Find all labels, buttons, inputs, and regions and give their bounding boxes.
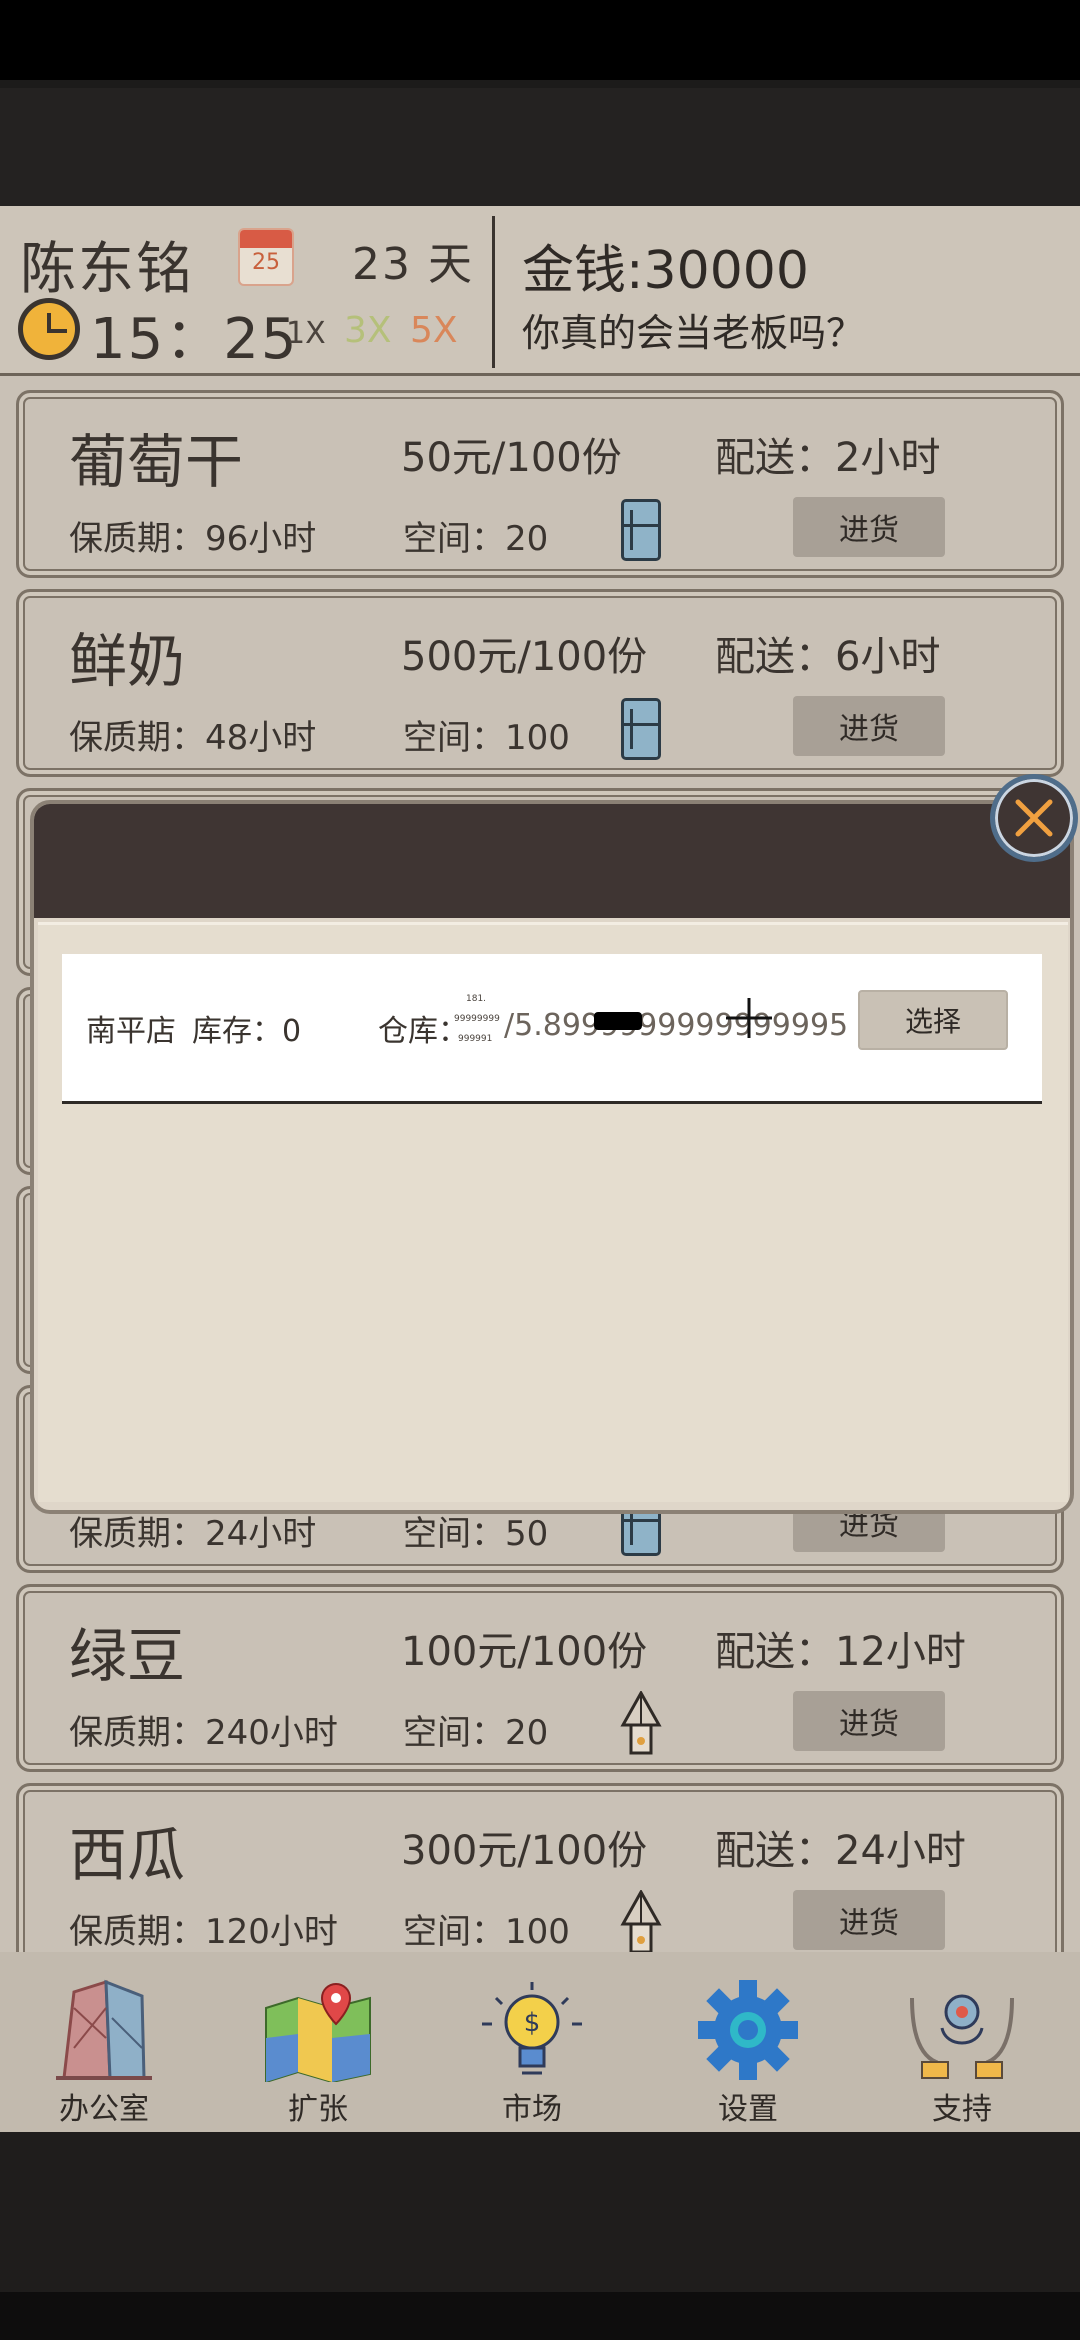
nav-settings[interactable]: 设置 bbox=[678, 1978, 818, 2128]
product-price: 500元/100份 bbox=[401, 634, 648, 680]
product-space: 空间：100 bbox=[403, 718, 570, 758]
speed-3x-button[interactable]: 3X bbox=[344, 310, 392, 351]
product-space: 空间：20 bbox=[403, 519, 549, 559]
dialog-header bbox=[34, 804, 1070, 918]
product-price: 100元/100份 bbox=[401, 1629, 648, 1675]
money-display: 金钱:30000 bbox=[522, 241, 809, 301]
warehouse-capacity: /5.8999999999999995 bbox=[504, 1008, 849, 1043]
buy-button[interactable]: 进货 bbox=[793, 696, 945, 756]
nav-label: 设置 bbox=[718, 2092, 778, 2127]
status-bar bbox=[0, 0, 1080, 80]
product-price: 300元/100份 bbox=[401, 1828, 648, 1874]
warehouse-overflow-text: 99999999 bbox=[454, 1014, 500, 1024]
fridge-icon bbox=[621, 499, 661, 561]
bottom-nav: 办公室 扩张 $ 市场 设置 支持 bbox=[0, 1952, 1080, 2132]
product-card: 葡萄干 50元/100份 配送：2小时 保质期：96小时 空间：20 进货 bbox=[16, 390, 1064, 578]
nav-office[interactable]: 办公室 bbox=[34, 1978, 174, 2128]
nav-expand[interactable]: 扩张 bbox=[248, 1978, 388, 2128]
nav-label: 市场 bbox=[502, 2092, 562, 2127]
product-card: 西瓜 300元/100份 配送：24小时 保质期：120小时 空间：100 进货 bbox=[16, 1783, 1064, 1971]
office-building-icon bbox=[56, 1979, 152, 2080]
calendar-day: 25 bbox=[252, 250, 280, 275]
glitch-bar bbox=[594, 1012, 642, 1030]
close-button[interactable] bbox=[990, 774, 1078, 862]
speed-1x-button[interactable]: 1X bbox=[286, 316, 326, 351]
lightbulb-icon: $ bbox=[482, 1982, 582, 2075]
store-select-dialog bbox=[30, 800, 1074, 1514]
product-card: 绿豆 100元/100份 配送：12小时 保质期：240小时 空间：20 进货 bbox=[16, 1584, 1064, 1772]
clock-icon bbox=[18, 298, 80, 360]
product-name: 绿豆 bbox=[69, 1622, 186, 1690]
tent-icon bbox=[620, 1691, 662, 1755]
header-panel: 陈东铭 25 23 天 15：25 1X 3X 5X 金钱:30000 你真的会… bbox=[0, 206, 1080, 376]
product-name: 葡萄干 bbox=[69, 428, 244, 496]
calendar-icon: 25 bbox=[238, 228, 294, 286]
buy-button[interactable]: 进货 bbox=[793, 497, 945, 557]
product-name: 鲜奶 bbox=[69, 627, 186, 695]
store-row: 南平店 库存：0 仓库： 181. 99999999 999991 /5.899… bbox=[62, 954, 1042, 1104]
product-delivery: 配送：24小时 bbox=[715, 1828, 966, 1874]
buy-button[interactable]: 进货 bbox=[793, 1890, 945, 1950]
tent-icon bbox=[620, 1890, 662, 1954]
screen: 陈东铭 25 23 天 15：25 1X 3X 5X 金钱:30000 你真的会… bbox=[0, 0, 1080, 2340]
store-stock: 库存：0 bbox=[192, 1014, 302, 1049]
map-icon bbox=[265, 1982, 371, 2082]
slogan-text: 你真的会当老板吗？ bbox=[522, 311, 865, 355]
nav-label: 办公室 bbox=[59, 2092, 149, 2127]
nav-label: 扩张 bbox=[288, 2092, 348, 2127]
nav-support[interactable]: 支持 bbox=[892, 1978, 1032, 2128]
day-counter: 23 天 bbox=[352, 239, 474, 290]
product-shelf-life: 保质期：240小时 bbox=[69, 1713, 338, 1753]
product-delivery: 配送：2小时 bbox=[715, 435, 941, 481]
product-delivery: 配送：12小时 bbox=[715, 1629, 966, 1675]
gesture-bar-area bbox=[0, 2292, 1080, 2340]
nav-label: 支持 bbox=[932, 2092, 992, 2127]
gear-icon bbox=[698, 1980, 798, 2080]
close-icon bbox=[1015, 799, 1053, 837]
product-shelf-life: 保质期：96小时 bbox=[69, 519, 317, 559]
product-delivery: 配送：6小时 bbox=[715, 634, 941, 680]
select-button[interactable]: 选择 bbox=[858, 990, 1008, 1050]
product-space: 空间：20 bbox=[403, 1713, 549, 1753]
player-name: 陈东铭 bbox=[20, 237, 194, 302]
product-space: 空间：100 bbox=[403, 1912, 570, 1952]
product-name: 西瓜 bbox=[69, 1821, 186, 1889]
nav-market[interactable]: $ 市场 bbox=[462, 1978, 602, 2128]
product-shelf-life: 保质期：120小时 bbox=[69, 1912, 338, 1952]
warehouse-label: 仓库： bbox=[378, 1014, 468, 1049]
warehouse-overflow-text: 181. bbox=[466, 994, 487, 1004]
buy-button[interactable]: 进货 bbox=[793, 1691, 945, 1751]
warehouse-overflow-text: 999991 bbox=[458, 1034, 493, 1044]
store-name: 南平店 bbox=[86, 1014, 176, 1049]
header-divider bbox=[492, 216, 495, 368]
fridge-icon bbox=[621, 698, 661, 760]
svg-text:$: $ bbox=[524, 2008, 541, 2038]
support-hands-icon bbox=[910, 1994, 1014, 2079]
crosshair-icon bbox=[726, 998, 772, 1038]
speed-5x-button[interactable]: 5X bbox=[410, 310, 458, 351]
top-band bbox=[0, 88, 1080, 206]
product-card: 鲜奶 500元/100份 配送：6小时 保质期：48小时 空间：100 进货 bbox=[16, 589, 1064, 777]
product-shelf-life: 保质期：48小时 bbox=[69, 718, 317, 758]
game-time: 15：25 bbox=[90, 307, 299, 372]
product-price: 50元/100份 bbox=[401, 435, 622, 481]
